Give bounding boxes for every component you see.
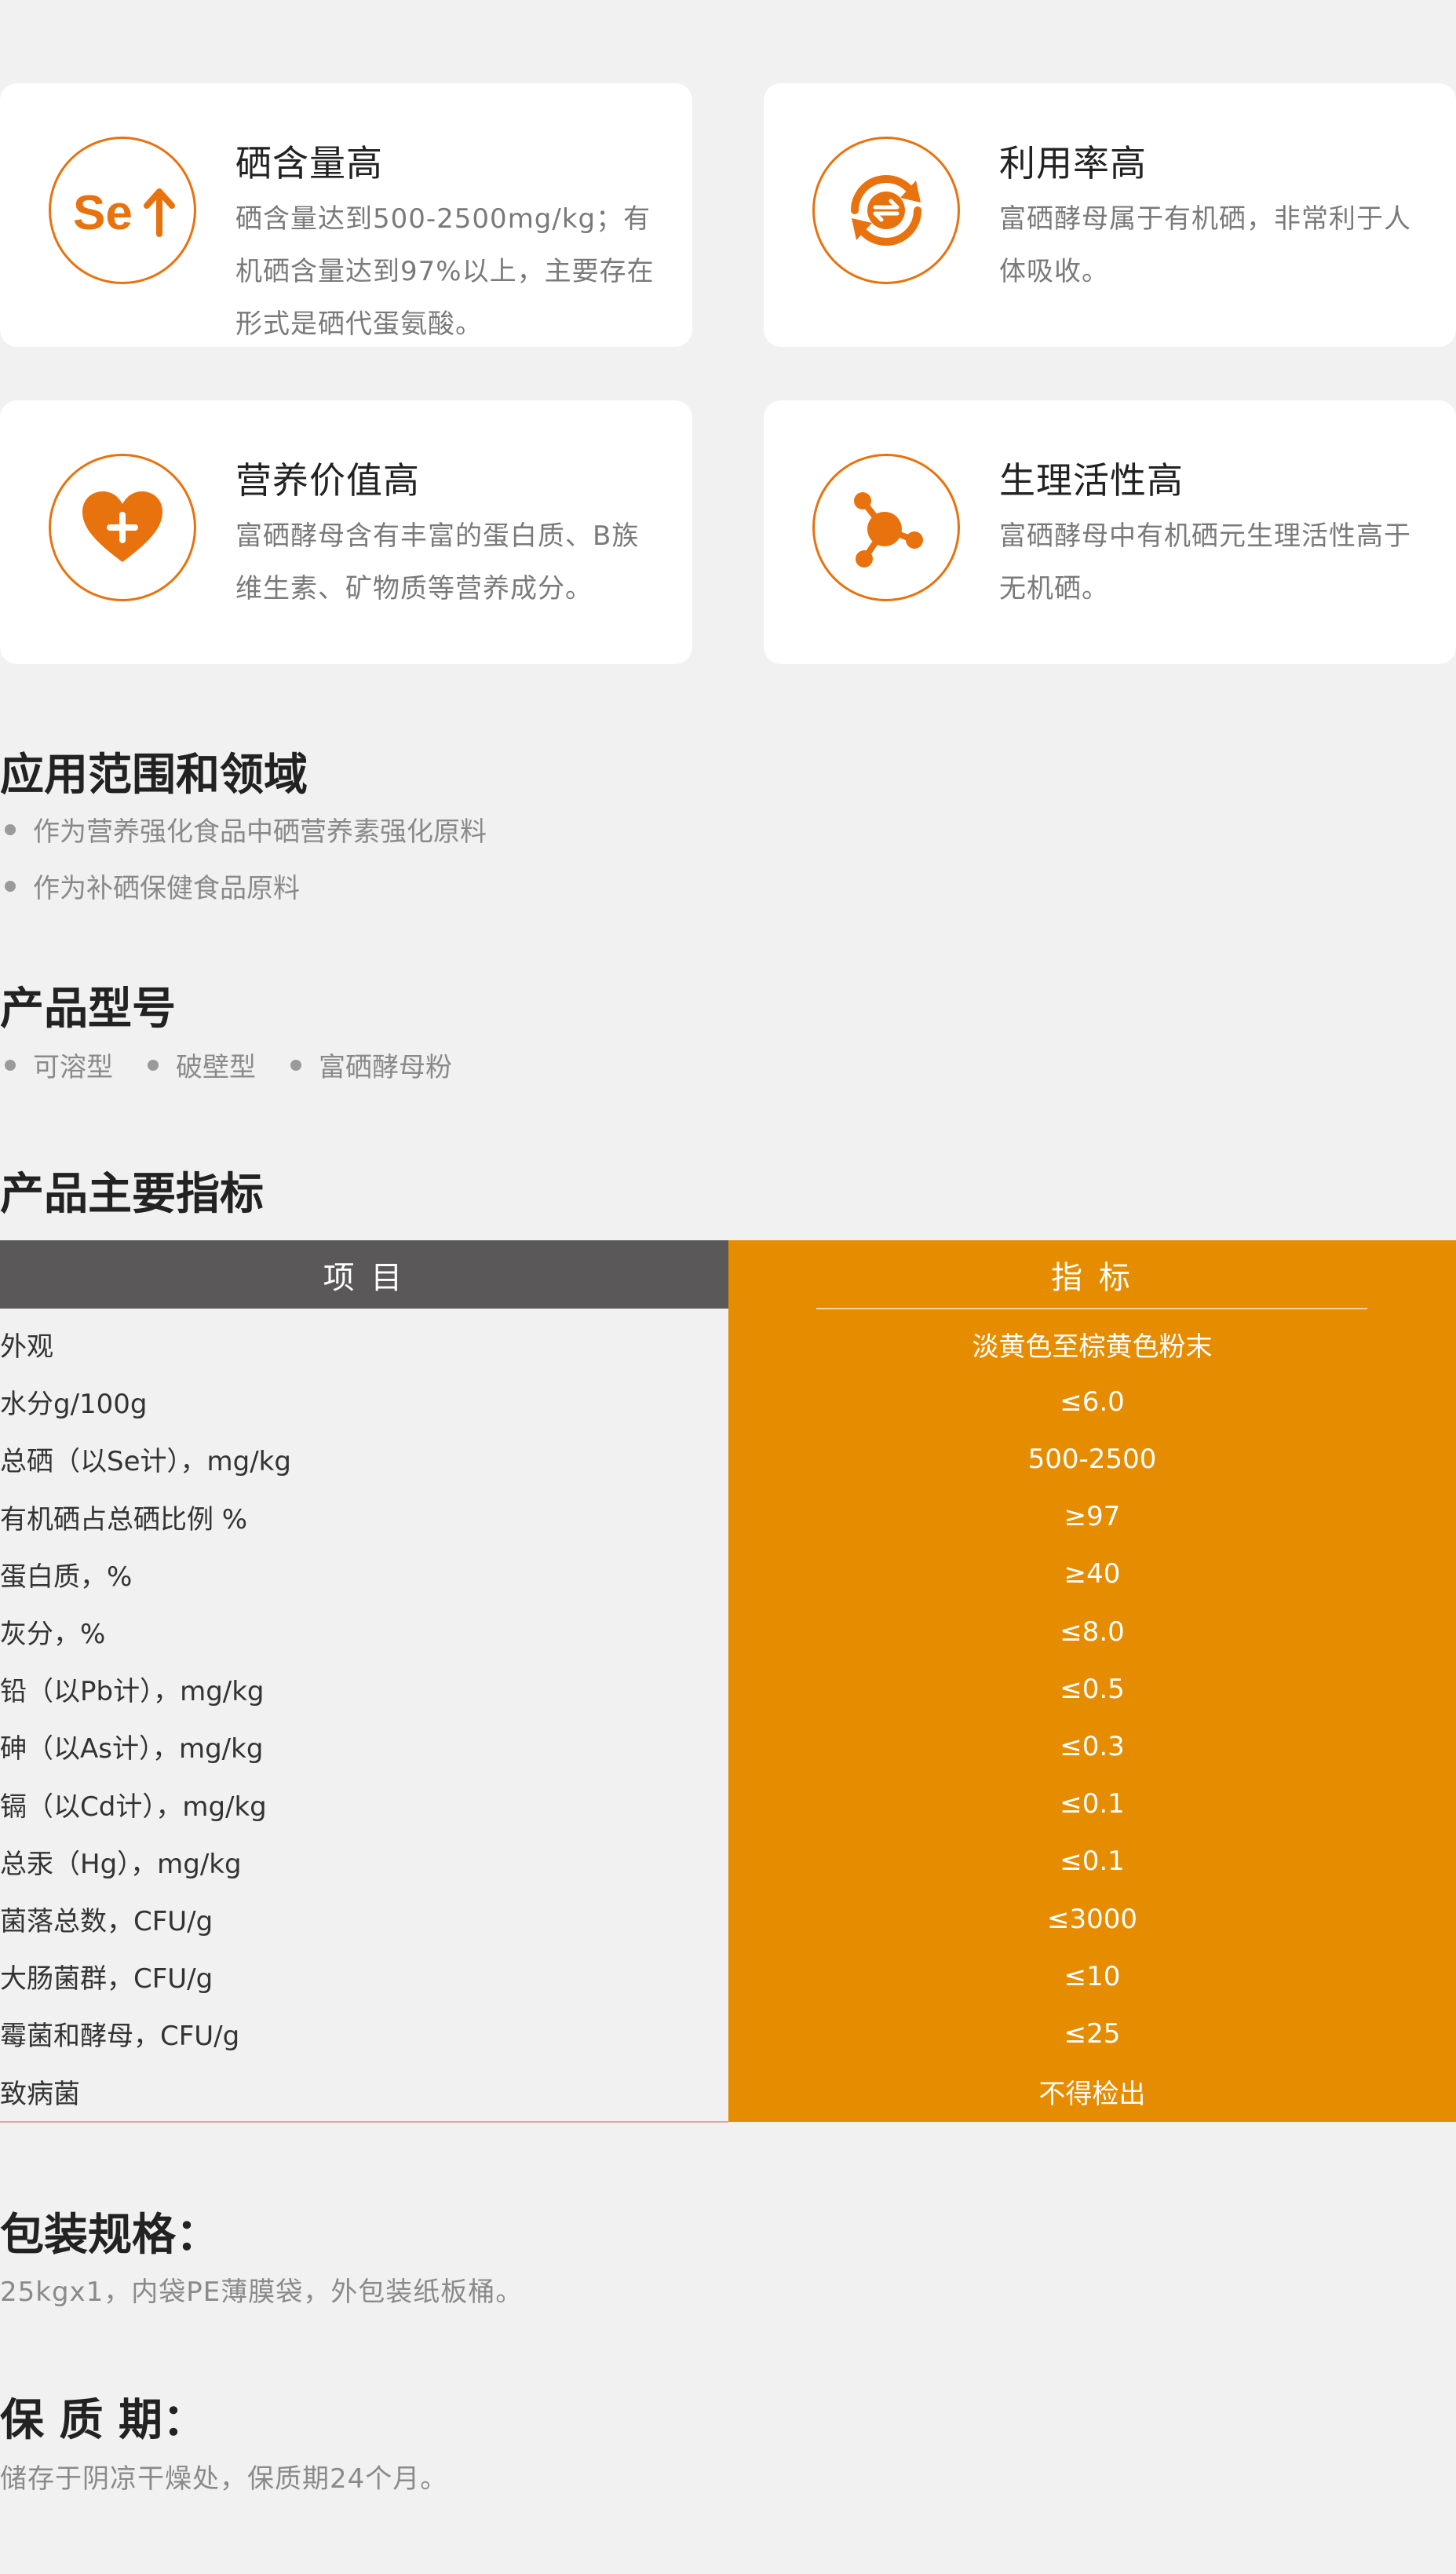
feature-card-selenium: Se 硒含量高 硒含量达到500-2500mg/kg；有机硒含量达到97%以上，…: [0, 83, 692, 347]
spec-row-value: ≤0.1: [1060, 1846, 1125, 1878]
bullet-dot: [5, 823, 16, 835]
feature-desc: 富硒酵母含有丰富的蛋白质、B族维生素、矿物质等营养成分。: [235, 520, 640, 604]
spec-column-item: 项 目 外观水分g/100g 总硒（以Se计），mg/kg 有机硒占总硒比例 % 蛋白…: [0, 1240, 728, 2122]
molecule-icon: [812, 454, 960, 601]
spec-row-item: 外观: [0, 1331, 53, 1363]
feature-desc: 硒含量达到500-2500mg/kg；有机硒含量达到97%以上，主要存在形式是硒…: [235, 203, 655, 340]
spec-row-value: 500-2500: [1027, 1443, 1157, 1475]
selenium-up-icon: Se: [49, 137, 196, 284]
model-item: 破壁型: [143, 1046, 256, 1084]
spec-row-value: ≤8.0: [1060, 1616, 1125, 1648]
models-list: 可溶型 破壁型 富硒酵母粉: [0, 1046, 482, 1084]
header-divider: [816, 1308, 1367, 1309]
se-symbol: Se: [73, 186, 133, 240]
spec-row-value: ≤0.5: [1060, 1673, 1125, 1705]
spec-table: 项 目 外观水分g/100g 总硒（以Se计），mg/kg 有机硒占总硒比例 % 蛋白…: [0, 1240, 1456, 2122]
spec-row-value: ≤6.0: [1060, 1386, 1125, 1418]
heart-plus-icon: [49, 454, 196, 601]
packaging-text: 25kgx1，内袋PE薄膜袋，外包装纸板桶。: [0, 2276, 524, 2308]
model-item: 富硒酵母粉: [286, 1046, 452, 1084]
model-item: 可溶型: [0, 1046, 113, 1084]
spec-row-value: ≤3000: [1046, 1903, 1137, 1935]
spec-row-value: ≥97: [1064, 1501, 1121, 1533]
spec-row-item: 有机硒占总硒比例 %: [0, 1503, 248, 1535]
spec-row-item: 总硒（以Se计），mg/kg: [0, 1446, 291, 1478]
feature-card-activity: 生理活性高 富硒酵母中有机硒元生理活性高于无机硒。: [764, 400, 1456, 664]
feature-card-utilization: 利用率高 富硒酵母属于有机硒，非常利于人体吸收。: [764, 83, 1456, 347]
model-item-text: 富硒酵母粉: [319, 1052, 452, 1083]
spec-row-item: 水分g/100g: [0, 1389, 148, 1421]
spec-row-item: 砷（以As计），mg/kg: [0, 1733, 264, 1765]
application-item: 作为营养强化食品中硒营养素强化原料: [0, 810, 487, 849]
spec-header-value: 指 标: [1051, 1259, 1133, 1296]
table-bottom-rule: [0, 2121, 728, 2123]
model-item-text: 可溶型: [33, 1052, 113, 1083]
feature-card-nutrition: 营养价值高 富硒酵母含有丰富的蛋白质、B族维生素、矿物质等营养成分。: [0, 400, 692, 664]
spec-row-item: 镉（以Cd计），mg/kg: [0, 1791, 267, 1823]
shelf-life-title: 保 质 期：: [0, 2395, 206, 2446]
specs-title: 产品主要指标: [0, 1169, 264, 1220]
spec-row-item: 大肠菌群，CFU/g: [0, 1963, 213, 1995]
bullet-dot: [290, 1059, 301, 1071]
spec-row-item: 蛋白质，%: [0, 1561, 133, 1593]
feature-title: 硒含量高: [235, 142, 383, 184]
spec-row-item: 总汞（Hg），mg/kg: [0, 1848, 242, 1880]
spec-header-item: 项 目: [0, 1240, 728, 1309]
feature-title: 生理活性高: [999, 459, 1184, 502]
spec-row-item: 灰分，%: [0, 1619, 106, 1650]
spec-row-value: ≤25: [1064, 2017, 1121, 2050]
spec-row-item: 铅（以Pb计），mg/kg: [0, 1676, 265, 1708]
shelf-life-text: 储存于阴凉干燥处，保质期24个月。: [0, 2463, 448, 2495]
spec-row-value: 不得检出: [1038, 2078, 1146, 2110]
spec-row-value: ≤10: [1064, 1960, 1121, 1992]
application-item: 作为补硒保健食品原料: [0, 867, 300, 905]
spec-row-value: 淡黄色至棕黄色粉末: [972, 1331, 1213, 1363]
packaging-title: 包装规格：: [0, 2210, 220, 2261]
bullet-dot: [148, 1059, 159, 1071]
spec-row-item: 霉菌和酵母，CFU/g: [0, 2021, 240, 2053]
spec-row-item: 致病菌: [0, 2078, 80, 2110]
models-title: 产品型号: [0, 984, 176, 1035]
spec-row-value: ≤0.1: [1060, 1788, 1125, 1820]
feature-title: 营养价值高: [235, 459, 420, 502]
spec-column-value: 指 标 淡黄色至棕黄色粉末 ≤6.0 500-2500 ≥97 ≥40 ≤8.0 ≤0.5 ≤…: [728, 1240, 1456, 2122]
feature-desc: 富硒酵母中有机硒元生理活性高于无机硒。: [999, 520, 1411, 604]
model-item-text: 破壁型: [176, 1052, 256, 1083]
spec-row-value: ≥40: [1064, 1558, 1121, 1590]
spec-row-value: ≤0.3: [1060, 1730, 1125, 1762]
application-item-text: 作为营养强化食品中硒营养素强化原料: [33, 816, 487, 848]
application-item-text: 作为补硒保健食品原料: [33, 873, 300, 904]
recycle-icon: [812, 137, 960, 284]
feature-title: 利用率高: [999, 142, 1147, 184]
spec-row-item: 菌落总数，CFU/g: [0, 1906, 213, 1937]
application-title: 应用范围和领域: [0, 750, 308, 801]
bullet-dot: [5, 880, 16, 892]
bullet-dot: [5, 1059, 16, 1071]
feature-desc: 富硒酵母属于有机硒，非常利于人体吸收。: [999, 203, 1411, 287]
